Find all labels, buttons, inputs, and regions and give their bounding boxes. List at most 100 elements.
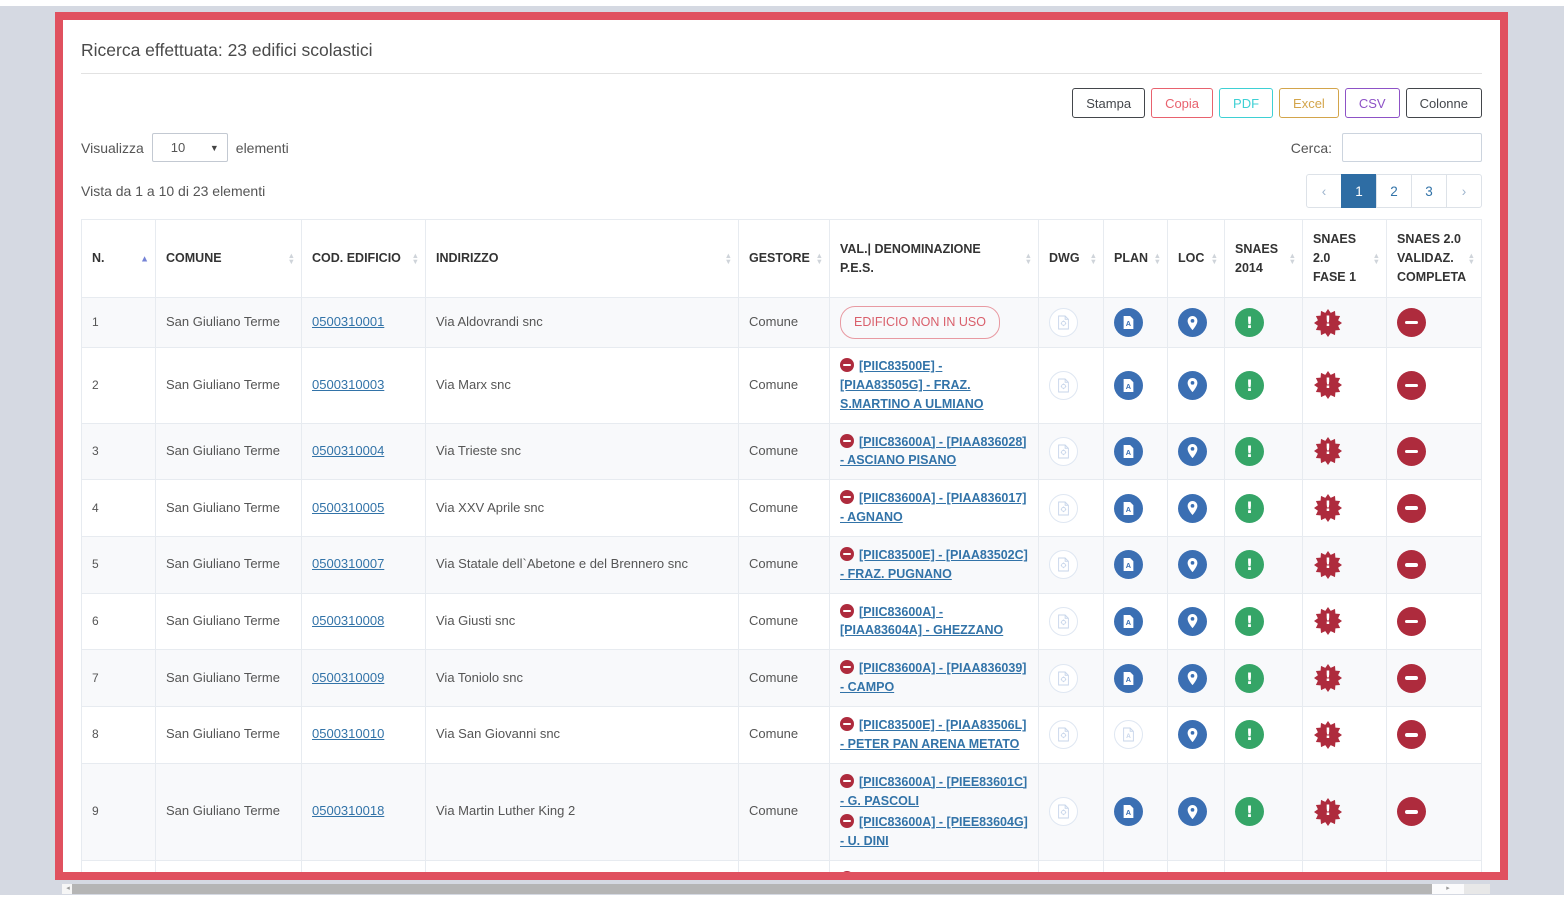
cod-edificio-link[interactable]: 0500310009 <box>312 670 384 685</box>
column-header-val-denominazione-p-e-s[interactable]: VAL.| DENOMINAZIONE P.E.S.▲▼ <box>830 220 1039 298</box>
ok-status-icon: ! <box>1235 720 1264 749</box>
cell-comune: San Giuliano Terme <box>156 593 302 650</box>
page-length-select[interactable]: 10 ▼ <box>152 133 228 162</box>
dwg-file-icon <box>1049 308 1078 337</box>
cell-gestore: Comune <box>739 298 830 348</box>
cell-cod-edificio: 0500310003 <box>302 348 426 424</box>
stampa-button[interactable]: Stampa <box>1072 88 1145 118</box>
pes-link[interactable]: [PIIC83500E] - [PIAA83505G] - FRAZ. S.MA… <box>840 359 984 411</box>
cell-cod-edificio: 0500310004 <box>302 423 426 480</box>
column-header-snaes-2-0-validaz-completa[interactable]: SNAES 2.0 VALIDAZ. COMPLETA▲▼ <box>1387 220 1482 298</box>
cell-cod-edificio: 0500310023 <box>302 861 426 880</box>
column-header-loc[interactable]: LOC▲▼ <box>1168 220 1225 298</box>
cell-loc <box>1168 348 1225 424</box>
cell-indirizzo: Via San Giovanni snc <box>426 706 739 763</box>
pes-link[interactable]: [PIIC83500E] - [PIAA83502C] - FRAZ. PUGN… <box>840 548 1028 581</box>
pdf-plan-icon[interactable]: A <box>1114 550 1143 579</box>
location-pin-icon[interactable] <box>1178 494 1207 523</box>
cell-snaes-2014: ! <box>1225 861 1303 880</box>
column-header-comune[interactable]: COMUNE▲▼ <box>156 220 302 298</box>
column-header-gestore[interactable]: GESTORE▲▼ <box>739 220 830 298</box>
cell-snaes-2014: ! <box>1225 423 1303 480</box>
alert-burst-icon: ! <box>1313 550 1343 580</box>
cod-edificio-link[interactable]: 0500310003 <box>312 377 384 392</box>
scrollbar-thumb[interactable] <box>72 884 1457 894</box>
pes-link[interactable]: [PIIC83600A] - [PIAA83604A] - GHEZZANO <box>840 605 1003 638</box>
cell-pes: [PIIC83600A] - [PIAA83604A] - GHEZZANO <box>830 593 1039 650</box>
cell-indirizzo: Piazza Gramsci 3 <box>426 861 739 880</box>
alert-burst-icon: ! <box>1313 436 1343 466</box>
location-pin-icon[interactable] <box>1178 664 1207 693</box>
pagination-next[interactable]: › <box>1446 174 1482 208</box>
column-header-indirizzo[interactable]: INDIRIZZO▲▼ <box>426 220 739 298</box>
pdf-plan-icon[interactable]: A <box>1114 607 1143 636</box>
cell-cod-edificio: 0500310008 <box>302 593 426 650</box>
column-header-cod-edificio[interactable]: COD. EDIFICIO▲▼ <box>302 220 426 298</box>
table-row: 10San Giuliano Terme0500310023Piazza Gra… <box>82 861 1482 880</box>
pdf-plan-icon[interactable]: A <box>1114 664 1143 693</box>
cod-edificio-link[interactable]: 0500310007 <box>312 556 384 571</box>
scroll-right-button[interactable]: ▸ <box>1432 884 1464 894</box>
pdf-button[interactable]: PDF <box>1219 88 1273 118</box>
pdf-plan-icon[interactable]: A <box>1114 308 1143 337</box>
location-pin-icon[interactable] <box>1178 550 1207 579</box>
column-header-snaes-2014[interactable]: SNAES 2014▲▼ <box>1225 220 1303 298</box>
column-header-dwg[interactable]: DWG▲▼ <box>1039 220 1104 298</box>
column-header-plan[interactable]: PLAN▲▼ <box>1104 220 1168 298</box>
cell-snaes-2014: ! <box>1225 706 1303 763</box>
blocked-status-icon <box>1397 550 1426 579</box>
cell-snaes-2014: ! <box>1225 480 1303 537</box>
pes-link[interactable]: [PIIC83500E] - [PIAA83506L] - PETER PAN … <box>840 718 1026 751</box>
pagination-page-3[interactable]: 3 <box>1411 174 1447 208</box>
location-pin-icon[interactable] <box>1178 371 1207 400</box>
location-pin-icon[interactable] <box>1178 437 1207 466</box>
cell-loc <box>1168 536 1225 593</box>
cell-loc <box>1168 763 1225 860</box>
pes-link[interactable]: [PIIC83600A] - [PIAA836039] - CAMPO <box>840 661 1026 694</box>
minus-icon <box>840 871 854 880</box>
cod-edificio-link[interactable]: 0500310008 <box>312 613 384 628</box>
cod-edificio-link[interactable]: 0500310018 <box>312 803 384 818</box>
cell-plan: A <box>1104 861 1168 880</box>
pdf-plan-icon[interactable]: A <box>1114 494 1143 523</box>
location-pin-icon[interactable] <box>1178 308 1207 337</box>
export-toolbar: StampaCopiaPDFExcelCSVColonne <box>81 88 1482 118</box>
cell-snaes-fase1: ! <box>1303 593 1387 650</box>
pagination-prev[interactable]: ‹ <box>1306 174 1342 208</box>
location-pin-icon[interactable] <box>1178 607 1207 636</box>
pagination-page-1[interactable]: 1 <box>1341 174 1377 208</box>
cod-edificio-link[interactable]: 0500310001 <box>312 314 384 329</box>
column-header-n[interactable]: N.▲ <box>82 220 156 298</box>
cell-gestore: Comune <box>739 650 830 707</box>
csv-button[interactable]: CSV <box>1345 88 1400 118</box>
location-pin-icon[interactable] <box>1178 797 1207 826</box>
cod-edificio-link[interactable]: 0500310005 <box>312 500 384 515</box>
sort-icon: ▲▼ <box>1090 253 1097 265</box>
pes-link[interactable]: [PIIC83600A] - [PIEE83601C] - G. PASCOLI <box>840 775 1027 808</box>
pes-link[interactable]: [PIIC83600A] - [PIIC83600A] - G.B.NICCOL… <box>840 872 1023 880</box>
dwg-file-icon <box>1049 607 1078 636</box>
copia-button[interactable]: Copia <box>1151 88 1213 118</box>
search-input[interactable] <box>1342 133 1482 162</box>
cell-cod-edificio: 0500310007 <box>302 536 426 593</box>
cell-gestore: Comune <box>739 861 830 880</box>
pes-link[interactable]: [PIIC83600A] - [PIAA836017] - AGNANO <box>840 491 1026 524</box>
pdf-plan-icon[interactable]: A <box>1114 797 1143 826</box>
cell-comune: San Giuliano Terme <box>156 348 302 424</box>
cod-edificio-link[interactable]: 0500310004 <box>312 443 384 458</box>
alert-burst-icon: ! <box>1313 663 1343 693</box>
pdf-plan-icon[interactable]: A <box>1114 371 1143 400</box>
pagination-page-2[interactable]: 2 <box>1376 174 1412 208</box>
location-pin-icon[interactable] <box>1178 720 1207 749</box>
pdf-plan-icon[interactable]: A <box>1114 437 1143 466</box>
pes-link[interactable]: [PIIC83600A] - [PIEE83604G] - U. DINI <box>840 815 1028 848</box>
cod-edificio-link[interactable]: 0500310010 <box>312 726 384 741</box>
excel-button[interactable]: Excel <box>1279 88 1339 118</box>
minus-icon <box>840 814 854 828</box>
cell-indirizzo: Via Trieste snc <box>426 423 739 480</box>
colonne-button[interactable]: Colonne <box>1406 88 1482 118</box>
horizontal-scrollbar[interactable]: ◂ ▸ <box>62 884 1490 894</box>
cell-n: 5 <box>82 536 156 593</box>
column-header-snaes-2-0-fase-1[interactable]: SNAES 2.0 FASE 1▲▼ <box>1303 220 1387 298</box>
pes-link[interactable]: [PIIC83600A] - [PIAA836028] - ASCIANO PI… <box>840 435 1026 468</box>
